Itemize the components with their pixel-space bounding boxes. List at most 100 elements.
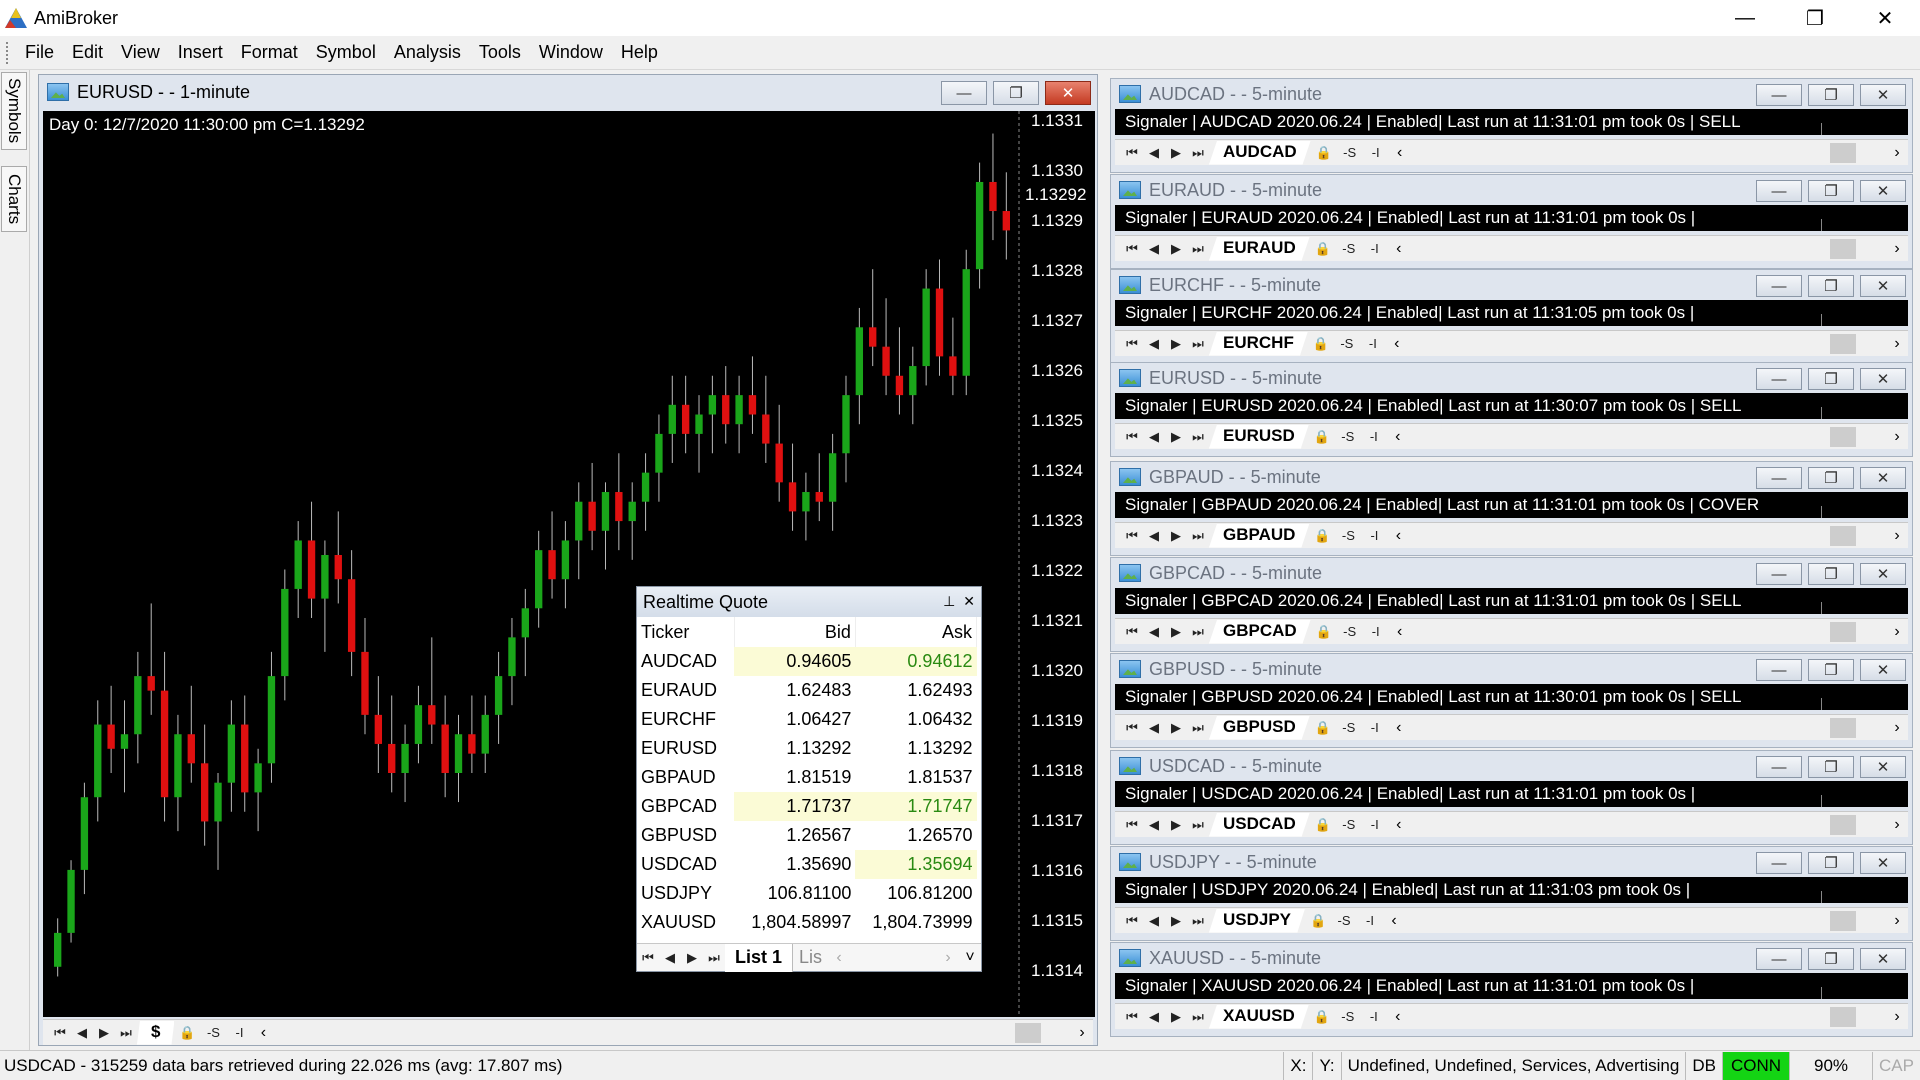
sync-symbol-button[interactable]: -S — [1338, 238, 1360, 260]
quote-next-button[interactable]: ▶ — [681, 947, 703, 969]
horizontal-scrollbar[interactable] — [1405, 910, 1886, 932]
sync-interval-button[interactable]: -I — [1364, 717, 1386, 739]
pane-maximize-button[interactable]: ❐ — [1808, 756, 1854, 778]
pane-titlebar[interactable]: EURAUD - - 5-minute — ❐ ✕ — [1111, 175, 1912, 205]
scrollbar-thumb[interactable] — [1830, 525, 1856, 546]
sheet-tab[interactable]: $ — [137, 1020, 175, 1045]
pane-close-button[interactable]: ✕ — [1860, 275, 1906, 297]
menu-edit[interactable]: Edit — [63, 42, 112, 63]
tab-symbols[interactable]: Symbols — [1, 72, 27, 150]
scroll-left-arrow-icon[interactable]: ‹ — [252, 1022, 274, 1044]
pane-titlebar[interactable]: GBPCAD - - 5-minute — ❐ ✕ — [1111, 558, 1912, 588]
lock-icon[interactable]: 🔒 — [176, 1022, 198, 1044]
next-bar-button[interactable]: ▶ — [1165, 1006, 1187, 1028]
main-chart-titlebar[interactable]: EURUSD - - 1-minute — ❐ ✕ — [39, 75, 1097, 109]
next-bar-button[interactable]: ▶ — [93, 1022, 115, 1044]
sync-interval-button[interactable]: -I — [1363, 525, 1385, 547]
pane-minimize-button[interactable]: — — [1756, 368, 1802, 390]
scroll-right-arrow-icon[interactable]: › — [1071, 1022, 1093, 1044]
scroll-left-arrow-icon[interactable]: ‹ — [1389, 621, 1411, 643]
last-bar-button[interactable]: ⏭ — [1187, 1006, 1209, 1028]
sync-symbol-button[interactable]: -S — [1333, 910, 1355, 932]
prev-bar-button[interactable]: ◀ — [1143, 814, 1165, 836]
scrollbar-thumb[interactable] — [1015, 1022, 1041, 1043]
scroll-right-arrow-icon[interactable]: › — [1886, 238, 1908, 260]
quote-scroll-right-icon[interactable]: › — [937, 947, 959, 969]
pane-titlebar[interactable]: EURUSD - - 5-minute — ❐ ✕ — [1111, 363, 1912, 393]
pane-minimize-button[interactable]: — — [1756, 852, 1802, 874]
last-bar-button[interactable]: ⏭ — [1187, 525, 1209, 547]
lock-icon[interactable]: 🔒 — [1311, 1006, 1333, 1028]
scroll-right-arrow-icon[interactable]: › — [1886, 426, 1908, 448]
pane-maximize-button[interactable]: ❐ — [1808, 368, 1854, 390]
quote-row[interactable]: USDCAD 1.35690 1.35694 — [637, 850, 977, 879]
scrollbar-thumb[interactable] — [1830, 238, 1856, 259]
scrollbar-thumb[interactable] — [1830, 814, 1856, 835]
prev-bar-button[interactable]: ◀ — [1143, 717, 1165, 739]
first-bar-button[interactable]: ⏮ — [1121, 426, 1143, 448]
next-bar-button[interactable]: ▶ — [1165, 910, 1187, 932]
lock-icon[interactable]: 🔒 — [1312, 717, 1334, 739]
minimize-window-button[interactable]: — — [1710, 0, 1780, 36]
pane-minimize-button[interactable]: — — [1756, 275, 1802, 297]
last-bar-button[interactable]: ⏭ — [1187, 426, 1209, 448]
lock-icon[interactable]: 🔒 — [1313, 142, 1335, 164]
scroll-left-arrow-icon[interactable]: ‹ — [1389, 142, 1411, 164]
sync-interval-button[interactable]: -I — [1362, 333, 1384, 355]
quote-last-button[interactable]: ⏭ — [703, 947, 725, 969]
lock-icon[interactable]: 🔒 — [1310, 333, 1332, 355]
first-bar-button[interactable]: ⏮ — [1121, 814, 1143, 836]
last-bar-button[interactable]: ⏭ — [1187, 333, 1209, 355]
pane-minimize-button[interactable]: — — [1756, 467, 1802, 489]
first-bar-button[interactable]: ⏮ — [1121, 238, 1143, 260]
next-bar-button[interactable]: ▶ — [1165, 142, 1187, 164]
pane-titlebar[interactable]: USDCAD - - 5-minute — ❐ ✕ — [1111, 751, 1912, 781]
horizontal-scrollbar[interactable] — [274, 1022, 1071, 1044]
sync-interval-button[interactable]: -I — [1365, 621, 1387, 643]
prev-bar-button[interactable]: ◀ — [1143, 910, 1165, 932]
horizontal-scrollbar[interactable] — [1411, 621, 1886, 643]
first-bar-button[interactable]: ⏮ — [1121, 142, 1143, 164]
lock-icon[interactable]: 🔒 — [1313, 621, 1335, 643]
symbol-tab[interactable]: EURCHF — [1209, 331, 1308, 356]
sync-interval-button[interactable]: -I — [1363, 426, 1385, 448]
quote-scroll-left-icon[interactable]: ‹ — [828, 947, 850, 969]
column-ask[interactable]: Ask — [855, 617, 978, 647]
horizontal-scrollbar[interactable] — [1410, 717, 1886, 739]
prev-bar-button[interactable]: ◀ — [1143, 333, 1165, 355]
last-bar-button[interactable]: ⏭ — [1187, 910, 1209, 932]
next-bar-button[interactable]: ▶ — [1165, 525, 1187, 547]
sync-symbol-button[interactable]: -S — [1337, 1006, 1359, 1028]
quote-row[interactable]: GBPUSD 1.26567 1.26570 — [637, 821, 977, 850]
scroll-left-arrow-icon[interactable]: ‹ — [1386, 333, 1408, 355]
sync-symbol-button[interactable]: -S — [1337, 525, 1359, 547]
prev-bar-button[interactable]: ◀ — [1143, 142, 1165, 164]
sync-interval-button[interactable]: -I — [1364, 814, 1386, 836]
pane-titlebar[interactable]: EURCHF - - 5-minute — ❐ ✕ — [1111, 270, 1912, 300]
symbol-tab[interactable]: GBPUSD — [1209, 715, 1310, 740]
quote-row[interactable]: GBPAUD 1.81519 1.81537 — [637, 763, 977, 792]
scroll-right-arrow-icon[interactable]: › — [1886, 333, 1908, 355]
prev-bar-button[interactable]: ◀ — [1143, 621, 1165, 643]
pane-titlebar[interactable]: XAUUSD - - 5-minute — ❐ ✕ — [1111, 943, 1912, 973]
sync-symbol-button[interactable]: -S — [1339, 621, 1361, 643]
scroll-right-arrow-icon[interactable]: › — [1886, 525, 1908, 547]
scroll-right-arrow-icon[interactable]: › — [1886, 1006, 1908, 1028]
scrollbar-thumb[interactable] — [1830, 333, 1856, 354]
pane-close-button[interactable]: ✕ — [1860, 368, 1906, 390]
quote-row[interactable]: AUDCAD 0.94605 0.94612 — [637, 647, 977, 676]
pane-titlebar[interactable]: GBPUSD - - 5-minute — ❐ ✕ — [1111, 654, 1912, 684]
scroll-left-arrow-icon[interactable]: ‹ — [1388, 717, 1410, 739]
scroll-right-arrow-icon[interactable]: › — [1886, 142, 1908, 164]
menu-window[interactable]: Window — [530, 42, 612, 63]
horizontal-scrollbar[interactable] — [1409, 1006, 1886, 1028]
pane-close-button[interactable]: ✕ — [1860, 756, 1906, 778]
next-bar-button[interactable]: ▶ — [1165, 814, 1187, 836]
scroll-right-arrow-icon[interactable]: › — [1886, 621, 1908, 643]
scroll-left-arrow-icon[interactable]: ‹ — [1387, 525, 1409, 547]
pane-close-button[interactable]: ✕ — [1860, 948, 1906, 970]
scroll-right-arrow-icon[interactable]: › — [1886, 717, 1908, 739]
menu-tools[interactable]: Tools — [470, 42, 530, 63]
pane-minimize-button[interactable]: — — [1756, 659, 1802, 681]
first-bar-button[interactable]: ⏮ — [1121, 910, 1143, 932]
